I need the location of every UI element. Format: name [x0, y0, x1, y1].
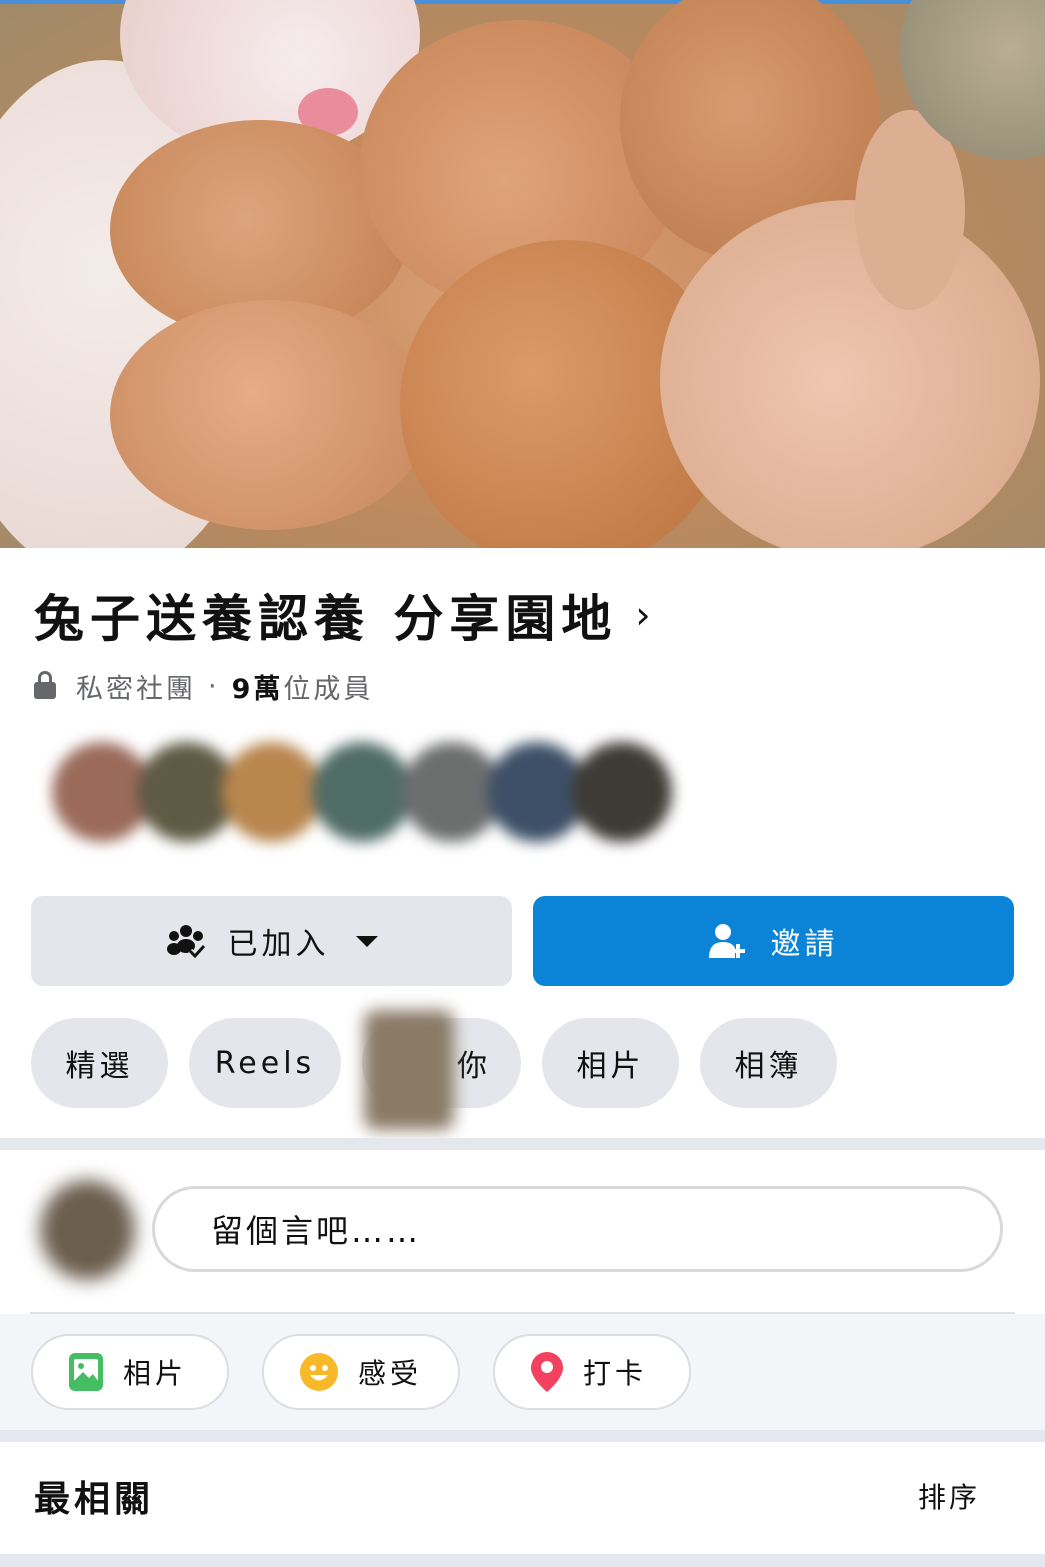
section-divider: [0, 1430, 1045, 1442]
caret-down-icon: [355, 935, 378, 947]
check-in-label: 打卡: [583, 1357, 648, 1390]
composer-placeholder: 留個言吧……: [211, 1212, 422, 1250]
member-suffix[interactable]: 位成員: [283, 667, 373, 706]
avatar: [222, 742, 322, 842]
feeling-button[interactable]: 感受: [262, 1334, 460, 1410]
tab-label: 相片: [576, 1049, 645, 1084]
sort-button[interactable]: 排序: [918, 1476, 980, 1516]
group-name: 兔子送養認養 分享園地: [34, 590, 618, 648]
tab-label: Reels: [214, 1045, 316, 1081]
privacy-label: 私密社團: [76, 673, 196, 705]
photo-icon: [69, 1353, 103, 1391]
add-person-icon: [708, 922, 749, 960]
location-pin-icon: [531, 1352, 563, 1392]
photo-button[interactable]: 相片: [31, 1334, 229, 1410]
member-count[interactable]: 9萬: [232, 667, 284, 706]
section-divider: [0, 1554, 1045, 1567]
meta-separator: ·: [208, 670, 220, 702]
joined-button[interactable]: 已加入: [31, 896, 512, 986]
avatar: [364, 1010, 454, 1130]
feed-section-title: 最相關: [34, 1479, 155, 1520]
group-cover-photo[interactable]: [0, 0, 1045, 548]
avatar: [572, 742, 672, 842]
group-members-icon: [166, 924, 206, 958]
smiley-icon: [300, 1353, 338, 1391]
tab-label: 相簿: [734, 1049, 803, 1084]
tab-photos[interactable]: 相片: [542, 1018, 679, 1108]
bunny-right: [660, 200, 1040, 548]
chevron-right-icon: ›: [635, 593, 651, 637]
avatar[interactable]: [30, 1150, 145, 1310]
group-meta: 私密社團 · 9萬 位成員: [34, 667, 373, 706]
member-avatars[interactable]: [32, 712, 692, 872]
tab-reels[interactable]: Reels: [189, 1018, 341, 1108]
photo-label: 相片: [123, 1357, 188, 1390]
tab-albums[interactable]: 相簿: [700, 1018, 837, 1108]
joined-label: 已加入: [227, 927, 330, 962]
invite-button[interactable]: 邀請: [533, 896, 1014, 986]
tab-label: 精選: [65, 1049, 134, 1084]
lock-icon: [34, 671, 56, 701]
post-composer-input[interactable]: 留個言吧……: [152, 1186, 1003, 1272]
check-in-button[interactable]: 打卡: [493, 1334, 691, 1410]
bunny-bottom-left: [110, 300, 430, 530]
feeling-label: 感受: [358, 1357, 423, 1390]
invite-label: 邀請: [770, 927, 839, 962]
tab-label: 你: [457, 1049, 491, 1084]
avatar: [312, 742, 412, 842]
section-divider: [0, 1138, 1045, 1150]
tab-featured[interactable]: 精選: [31, 1018, 168, 1108]
group-title-link[interactable]: 兔子送養認養 分享園地 ›: [34, 582, 651, 648]
